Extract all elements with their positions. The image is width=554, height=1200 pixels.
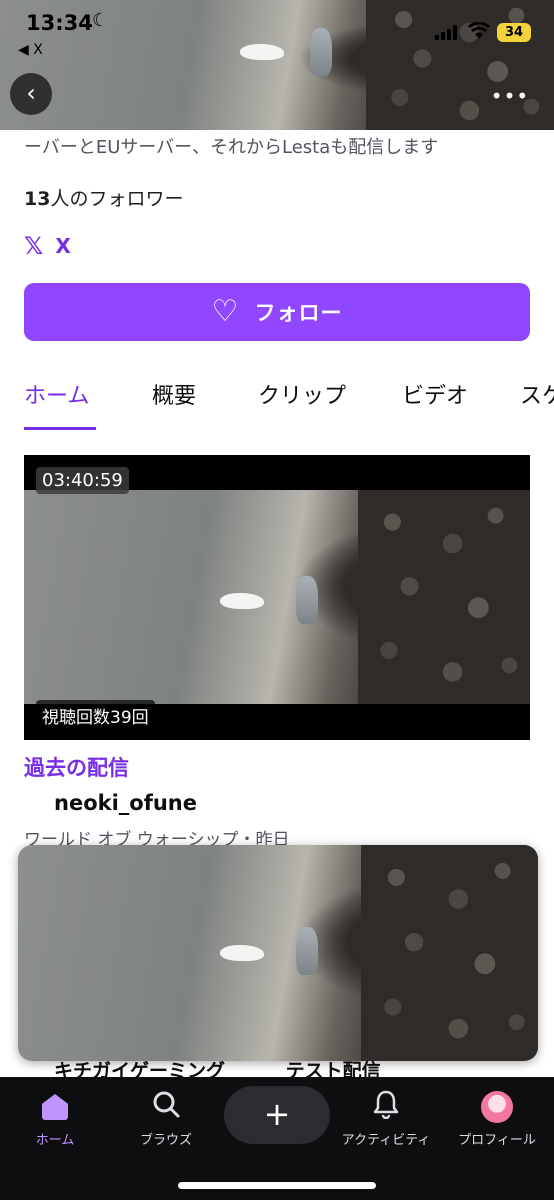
mini-player-rocks bbox=[361, 845, 538, 1061]
duration-badge: 03:40:59 bbox=[36, 467, 129, 494]
moon-icon: ☾ bbox=[92, 10, 109, 31]
thumbnail-heron bbox=[296, 576, 318, 624]
past-broadcast-label: 過去の配信 bbox=[24, 756, 129, 780]
x-logo-icon: 𝕏 bbox=[24, 232, 44, 260]
follower-count: 13人のフォロワー bbox=[24, 184, 183, 211]
nav-profile-label: プロフィール bbox=[458, 1133, 536, 1148]
tab-videos[interactable]: ビデオ bbox=[402, 378, 468, 410]
tab-about[interactable]: 概要 bbox=[152, 378, 196, 410]
nav-home-label: ホーム bbox=[35, 1133, 75, 1148]
video-thumbnail[interactable]: 03:40:59 視聴回数39回 bbox=[24, 455, 530, 740]
view-count-badge: 視聴回数39回 bbox=[36, 700, 155, 731]
channel-tabs: ホーム 概要 クリップ ビデオ スケ bbox=[0, 370, 554, 432]
status-bar: 13:34 ☾ ◀ X 34 bbox=[0, 0, 554, 60]
bell-icon bbox=[331, 1089, 441, 1125]
nav-browse[interactable]: ブラウズ bbox=[111, 1089, 221, 1148]
mini-player-heron bbox=[296, 927, 318, 975]
mini-player[interactable] bbox=[18, 845, 538, 1061]
social-link-x[interactable]: 𝕏 X bbox=[24, 232, 71, 260]
wifi-icon bbox=[467, 21, 491, 45]
status-time: 13:34 bbox=[26, 11, 93, 35]
follower-number: 13 bbox=[24, 188, 51, 210]
home-icon bbox=[0, 1089, 110, 1125]
plus-icon: + bbox=[263, 1095, 291, 1133]
create-button[interactable]: + bbox=[224, 1086, 330, 1144]
mini-player-duck bbox=[220, 945, 264, 961]
profile-description: ーバーとEUサーバー、それからLestaも配信します bbox=[24, 137, 439, 158]
thumbnail-rocks bbox=[357, 490, 530, 704]
nav-profile[interactable]: プロフィール bbox=[442, 1089, 552, 1148]
heart-icon: ♡ bbox=[211, 294, 239, 329]
battery-icon: 34 bbox=[497, 23, 531, 42]
more-icon: ••• bbox=[490, 84, 530, 108]
tab-schedule[interactable]: スケ bbox=[520, 378, 554, 410]
thumbnail-image bbox=[24, 490, 530, 704]
home-indicator bbox=[178, 1182, 376, 1189]
active-tab-indicator bbox=[24, 427, 96, 430]
back-button[interactable]: ‹ bbox=[10, 73, 52, 115]
video-title[interactable]: neoki_ofune bbox=[54, 791, 197, 815]
more-options-button[interactable]: ••• bbox=[489, 76, 531, 118]
social-link-label: X bbox=[55, 234, 71, 258]
nav-browse-label: ブラウズ bbox=[139, 1133, 192, 1148]
back-to-app-link[interactable]: ◀ X bbox=[18, 42, 43, 58]
follow-label: フォロー bbox=[254, 301, 343, 325]
signal-icon bbox=[435, 24, 461, 40]
tab-home[interactable]: ホーム bbox=[24, 378, 89, 410]
chevron-left-icon: ‹ bbox=[26, 79, 36, 107]
search-icon bbox=[111, 1089, 221, 1125]
follow-button[interactable]: ♡ フォロー bbox=[24, 283, 530, 341]
nav-home[interactable]: ホーム bbox=[0, 1089, 110, 1148]
thumbnail-duck bbox=[220, 593, 264, 609]
nav-activity-label: アクティビティ bbox=[341, 1133, 431, 1148]
nav-activity[interactable]: アクティビティ bbox=[331, 1089, 441, 1148]
tab-clips[interactable]: クリップ bbox=[258, 378, 346, 410]
follower-text: 人のフォロワー bbox=[50, 188, 184, 210]
avatar bbox=[442, 1089, 552, 1125]
